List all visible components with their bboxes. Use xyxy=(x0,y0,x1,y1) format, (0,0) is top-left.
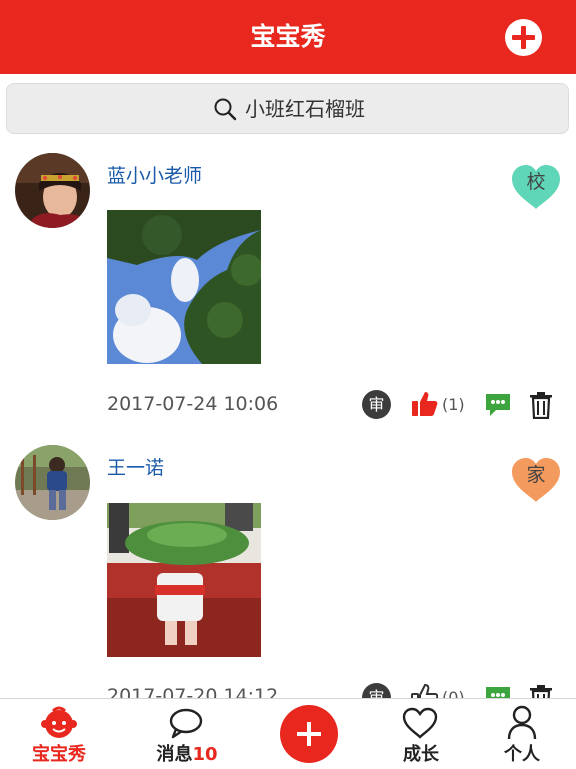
post-author[interactable]: 王一诺 xyxy=(107,455,164,481)
tab-baby-show[interactable]: 宝宝秀 xyxy=(0,699,118,769)
app-header: 宝宝秀 xyxy=(0,0,576,74)
tab-messages[interactable]: 消息10 xyxy=(128,699,246,769)
chat-bubble-icon xyxy=(169,708,203,739)
thumbs-up-icon[interactable] xyxy=(410,390,438,418)
review-icon[interactable]: 审 xyxy=(362,390,391,419)
post-photo[interactable] xyxy=(107,210,261,364)
center-add-button[interactable] xyxy=(280,705,338,763)
post-card: 蓝小小老师 校 2017-07-24 10:06 审 (1) xyxy=(0,150,576,440)
add-post-button[interactable] xyxy=(505,19,542,56)
page-title: 宝宝秀 xyxy=(250,22,326,51)
school-badge: 校 xyxy=(510,164,562,210)
unread-count-badge: 10 xyxy=(192,744,218,765)
class-search-bar[interactable]: 小班红石榴班 xyxy=(6,83,569,134)
tab-label: 宝宝秀 xyxy=(32,744,86,765)
tab-profile[interactable]: 个人 xyxy=(468,699,576,769)
avatar[interactable] xyxy=(15,153,90,228)
comment-icon[interactable] xyxy=(484,392,512,418)
tab-growth[interactable]: 成长 xyxy=(362,699,480,769)
delete-trash-icon[interactable] xyxy=(529,391,553,419)
search-icon xyxy=(214,98,237,121)
tab-label: 个人 xyxy=(504,744,540,765)
post-timestamp: 2017-07-24 10:06 xyxy=(107,393,279,415)
person-icon xyxy=(507,705,537,740)
parent-badge: 家 xyxy=(510,457,562,503)
post-card: 王一诺 家 2017-07-20 14:12 审 (0) xyxy=(0,443,576,712)
heart-icon xyxy=(402,707,438,739)
search-text: 小班红石榴班 xyxy=(245,97,365,121)
like-count: (1) xyxy=(442,395,465,414)
post-author[interactable]: 蓝小小老师 xyxy=(107,163,202,189)
avatar[interactable] xyxy=(15,445,90,520)
post-photo[interactable] xyxy=(107,503,261,657)
baby-face-icon xyxy=(41,706,77,738)
tab-label: 成长 xyxy=(403,744,439,765)
tab-label-messages: 消息10 xyxy=(156,744,218,765)
